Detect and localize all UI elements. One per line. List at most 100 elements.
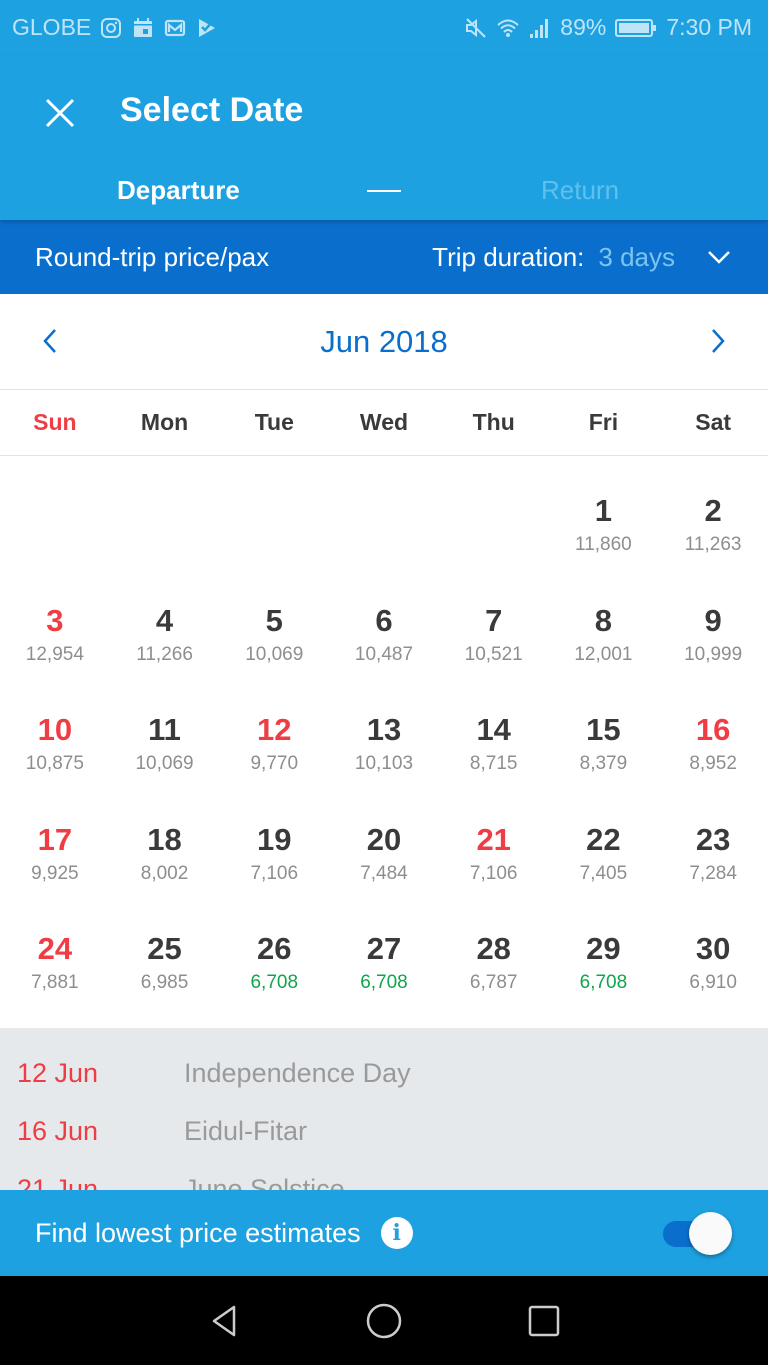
clock: 7:30 PM: [666, 14, 752, 40]
holiday-item: 21 Jun June Solstice: [17, 1174, 345, 1190]
day-cell[interactable]: 7 10,521: [439, 566, 549, 676]
price-type-label: Round-trip price/pax: [35, 241, 270, 272]
day-price: 9,770: [250, 753, 299, 774]
day-number: 18: [147, 821, 182, 857]
day-cell[interactable]: 19 7,106: [219, 785, 329, 895]
day-cell[interactable]: 8 12,001: [549, 566, 659, 676]
recents-icon[interactable]: [524, 1301, 564, 1341]
day-cell[interactable]: 15 8,379: [549, 675, 659, 785]
day-number: 30: [695, 931, 731, 966]
day-number: 28: [476, 931, 511, 966]
day-number: 4: [155, 602, 174, 638]
mute-icon: [464, 16, 488, 40]
day-cell[interactable]: 28 6,787: [439, 894, 549, 1004]
day-cell[interactable]: 23 7,284: [658, 785, 768, 895]
calendar-icon: [131, 16, 155, 40]
day-number: 29: [586, 931, 621, 966]
day-cell[interactable]: 24 7,881: [0, 894, 110, 1004]
day-number: 23: [695, 821, 731, 857]
holiday-date: 16 Jun: [17, 1116, 99, 1146]
day-price: 12,954: [25, 643, 84, 665]
lowest-price-toggle[interactable]: [663, 1211, 733, 1255]
day-price: 7,106: [250, 862, 299, 884]
day-number: 22: [586, 821, 621, 857]
day-price: 7,284: [689, 862, 737, 884]
day-cell[interactable]: 14 8,715: [439, 675, 549, 785]
weekday-wed: Wed: [359, 409, 409, 435]
day-price: 6,708: [360, 972, 408, 993]
holiday-item: 12 Jun Independence Day: [17, 1058, 411, 1089]
tab-separator: [367, 190, 401, 192]
day-cell[interactable]: 6 10,487: [329, 566, 439, 676]
tab-return[interactable]: Return: [541, 175, 619, 206]
tab-departure[interactable]: Departure: [117, 175, 240, 206]
day-price: 7,106: [469, 862, 518, 884]
day-number: 8: [594, 602, 613, 638]
carrier-name: GLOBE: [12, 14, 92, 40]
battery-percent: 89%: [560, 14, 607, 40]
day-cell[interactable]: 30 6,910: [658, 894, 768, 1004]
page-title: Select Date: [120, 91, 304, 129]
trip-duration-selector[interactable]: Trip duration: 3 days: [432, 242, 733, 273]
day-cell[interactable]: 22 7,405: [549, 785, 659, 895]
day-cell[interactable]: 12 9,770: [219, 675, 329, 785]
day-cell[interactable]: 5 10,069: [219, 566, 329, 676]
day-price: 7,881: [31, 972, 79, 993]
check-icon: [195, 16, 219, 40]
day-price: 10,875: [25, 753, 84, 774]
day-number: 24: [37, 931, 73, 966]
battery-icon: [614, 16, 658, 40]
chevron-right-icon[interactable]: [702, 326, 732, 356]
day-number: 7: [485, 602, 503, 638]
day-price: 10,069: [135, 753, 194, 774]
day-cell[interactable]: 13 10,103: [329, 675, 439, 785]
status-bar: GLOBE 89% 7:30 PM: [0, 0, 768, 55]
day-price: 10,103: [354, 753, 414, 774]
day-cell[interactable]: 2 11,263: [658, 456, 768, 566]
weekday-mon: Mon: [140, 409, 189, 435]
day-number: 20: [366, 821, 402, 857]
day-cell[interactable]: 18 8,002: [110, 785, 220, 895]
day-cell[interactable]: 1 11,860: [549, 456, 659, 566]
day-cell[interactable]: 20 7,484: [329, 785, 439, 895]
chevron-down-icon: [708, 251, 730, 264]
day-price: 6,985: [140, 972, 189, 993]
day-cell[interactable]: 27 6,708: [329, 894, 439, 1004]
day-cell[interactable]: 26 6,708: [219, 894, 329, 1004]
info-icon[interactable]: i: [380, 1217, 413, 1249]
day-cell[interactable]: 11 10,069: [110, 675, 220, 785]
day-number: 11: [148, 712, 181, 747]
weekday-fri: Fri: [588, 409, 619, 435]
price-bar: Round-trip price/pax Trip duration: 3 da…: [0, 220, 768, 294]
app-bar: Select Date Departure Return: [0, 55, 768, 220]
day-number: 16: [695, 712, 731, 747]
home-icon[interactable]: [364, 1301, 404, 1341]
day-price: 10,069: [245, 643, 304, 665]
day-price: 6,708: [250, 972, 299, 993]
day-cell[interactable]: 16 8,952: [658, 675, 768, 785]
day-number: 27: [366, 931, 402, 966]
day-cell[interactable]: 29 6,708: [549, 894, 659, 1004]
day-cell[interactable]: 21 7,106: [439, 785, 549, 895]
day-cell[interactable]: 17 9,925: [0, 785, 110, 895]
day-cell[interactable]: 9 10,999: [658, 566, 768, 676]
day-cell[interactable]: 10 10,875: [0, 675, 110, 785]
day-number: 2: [704, 493, 722, 528]
day-number: 9: [704, 602, 722, 638]
weekday-sun: Sun: [33, 409, 77, 435]
close-button[interactable]: [40, 93, 80, 133]
chevron-left-icon[interactable]: [36, 326, 66, 356]
day-price: 10,999: [684, 643, 743, 665]
day-number: 21: [476, 821, 511, 857]
day-cell[interactable]: 25 6,985: [110, 894, 220, 1004]
day-price: 8,002: [140, 862, 189, 884]
month-navigator: Jun 2018: [0, 294, 768, 390]
weekday-tue: Tue: [254, 409, 294, 435]
mail-icon: [163, 16, 187, 40]
day-price: 11,266: [136, 643, 193, 665]
day-cell[interactable]: 3 12,954: [0, 566, 110, 676]
day-number: 10: [37, 712, 73, 747]
weekday-sat: Sat: [695, 409, 732, 435]
day-cell[interactable]: 4 11,266: [110, 566, 220, 676]
back-icon[interactable]: [204, 1301, 244, 1341]
